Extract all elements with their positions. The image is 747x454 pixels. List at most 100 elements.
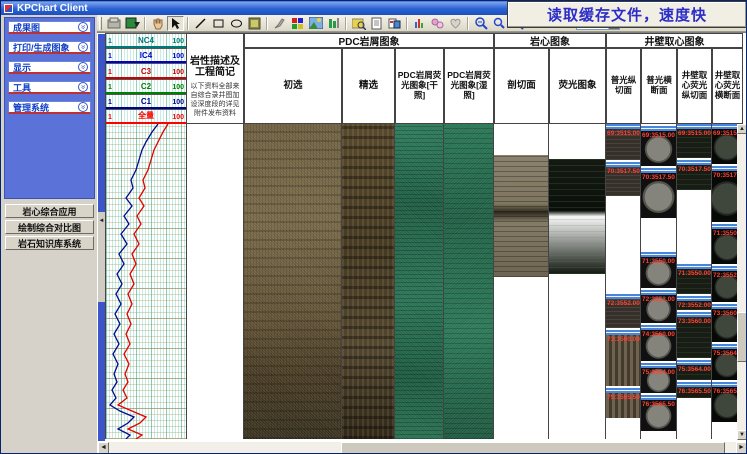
core-depth-label: 69:3515.00 (607, 130, 640, 137)
window-title: KPChart Client (17, 3, 88, 14)
brush-icon[interactable] (271, 16, 288, 31)
pdc-fluor-image-wet (444, 124, 494, 439)
horizontal-scrollbar[interactable]: ◄ ► (98, 442, 747, 454)
scroll-right-icon[interactable]: ► (736, 442, 747, 454)
core-photo-tile: 70:3517.50 (606, 162, 640, 196)
core-image-column-flz: 69:3515.00 70:3517.50 71:3550.00 72:3552.00… (677, 124, 712, 439)
core-slab-track (494, 124, 549, 439)
chevron-down-icon[interactable]: » (78, 82, 88, 92)
toolbar-grip[interactable] (99, 17, 102, 30)
image-frame-icon[interactable] (246, 16, 263, 31)
line-tool-icon[interactable] (192, 16, 209, 31)
curve-scale-value: 100 (172, 38, 184, 45)
col-header-pdc-wet: PDC岩屑荧光图象[湿照] (444, 48, 494, 124)
lithology-track-body (186, 124, 244, 439)
core-depth-label: 72:3552.00 (678, 302, 711, 309)
pdc-fluor-image-dry (395, 124, 444, 439)
rock-kb-button[interactable]: 岩石知识库系统 (5, 236, 94, 250)
core-photo-tile: 72:3552.00 (641, 290, 676, 323)
chevron-down-icon[interactable]: » (78, 62, 88, 72)
core-photo-tile: 76:3565.50 (677, 382, 711, 398)
compare-map-button[interactable]: 绘制综合对比图 (5, 220, 94, 234)
core-depth-label: 73:3560.00 (678, 318, 711, 325)
chevron-down-icon[interactable]: » (78, 22, 88, 32)
favorite-icon[interactable] (447, 16, 464, 31)
curve-scale-value: 100 (172, 69, 184, 76)
splitter-collapse-arrow[interactable]: ◄ (98, 212, 105, 302)
ellipse-tool-icon[interactable] (228, 16, 245, 31)
core-depth-label: 70:3517.50 (678, 166, 711, 173)
cuttings-image-chuxuan (244, 124, 342, 439)
core-photo-tile: 74:3560.00 (641, 325, 676, 361)
cache-tooltip-text: 读取缓存文件，速度快 (547, 4, 707, 25)
toolbar-separator (467, 17, 469, 30)
zoom-out-icon[interactable] (472, 16, 489, 31)
core-image-column-pgh: 69:3515.0070:3517.5071:3550.0072:3552.00… (641, 124, 677, 439)
core-photo-tile: 69:3515.00 (677, 124, 711, 158)
zoom-reset-icon[interactable] (490, 16, 507, 31)
core-depth-label: 70:3517.50 (642, 174, 675, 181)
col-header-slab: 剖切面 (494, 48, 549, 124)
report-icon[interactable] (386, 16, 403, 31)
curve-scale-value: 100 (172, 53, 184, 60)
lithology-header-cell: 岩性描述及工程简记 以下资料全部来自综合录井图加设深度段的详见附件发布资料 (186, 33, 244, 124)
core-image-column-pgz: 69:3515.0070:3517.5072:3552.0073:3560.00… (606, 124, 641, 439)
chevron-down-icon[interactable]: » (78, 102, 88, 112)
bar-chart-icon[interactable] (411, 16, 428, 31)
picture-icon[interactable] (307, 16, 324, 31)
core-photo-tile: 71:3550.00 (677, 264, 711, 294)
export-image-icon[interactable] (124, 16, 141, 31)
curve-scale-header: 1NC41001IC41001C31001C21001C11001全量100 (105, 33, 186, 124)
core-photo-tile: 75:3564.00 (641, 363, 676, 393)
core-app-button[interactable]: 岩心综合应用 (5, 204, 94, 218)
scroll-up-icon[interactable]: ▲ (737, 124, 747, 134)
curve-scale-value: 100 (172, 114, 184, 121)
select-cursor-icon[interactable] (167, 16, 184, 31)
sidebar-item-results[interactable]: 成果图 » (8, 21, 91, 34)
scroll-left-icon[interactable]: ◄ (98, 442, 109, 454)
sidebar-item-print[interactable]: 打印/生成图象 » (8, 41, 91, 54)
core-depth-label: 76:3565.50 (642, 401, 675, 408)
cuttings-image-jingxuan (342, 124, 395, 439)
col-header-pdc-dry: PDC岩屑荧光图象[干照] (395, 48, 444, 124)
rect-tool-icon[interactable] (210, 16, 227, 31)
group-header-pdc: PDC岩屑图象 (244, 33, 494, 48)
pan-hand-icon[interactable] (149, 16, 166, 31)
core-depth-label: 76:3565.50 (678, 388, 711, 395)
open-icon[interactable] (106, 16, 123, 31)
vertical-scrollbar-thumb[interactable] (737, 312, 747, 362)
horizontal-scrollbar-thumb[interactable] (341, 442, 725, 454)
core-depth-label: 70:3517.50 (607, 168, 640, 175)
document-icon[interactable] (368, 16, 385, 31)
core-depth-label: 75:3564.00 (678, 366, 711, 373)
core-depth-label: 72:3552.00 (642, 296, 675, 303)
core-photo-tile: 70:3517.50 (641, 168, 676, 218)
col-header-swc-pl-cross: 普光横断面 (641, 48, 677, 124)
scale-ruler-icon[interactable] (325, 16, 342, 31)
color-palette-icon[interactable] (289, 16, 306, 31)
core-depth-label: 74:3560.00 (642, 331, 675, 338)
sidebar-item-display[interactable]: 显示 » (8, 61, 91, 74)
col-header-swc-pl-long: 普光纵切面 (606, 48, 641, 124)
curve-scale-C1: 1C1100 (106, 94, 186, 109)
curve-scale-全量: 1全量100 (106, 109, 186, 124)
core-photo-tile: 69:3515.00 (641, 126, 676, 166)
vertical-scrollbar[interactable]: ▲ ▼ (737, 124, 747, 440)
toolbar-separator (144, 17, 146, 30)
sidebar-item-admin[interactable]: 管理系统 » (8, 101, 91, 114)
chevron-down-icon[interactable]: » (78, 42, 88, 52)
find-image-icon[interactable] (350, 16, 367, 31)
sidebar-panel: 成果图 » 打印/生成图象 » 显示 » 工具 » 管理系统 » (4, 17, 95, 199)
scroll-down-icon[interactable]: ▼ (737, 430, 747, 440)
core-depth-label: 75:3565.50 (607, 394, 640, 401)
lithology-note: 以下资料全部来自综合录井图加设深度段的详见附件发布资料 (187, 82, 243, 118)
core-photo-tile: 69:3515.00 (606, 124, 640, 160)
curve-scale-value: 100 (172, 99, 184, 106)
depth-splitter-bar[interactable]: ◄ (98, 34, 105, 441)
sidebar-item-tools[interactable]: 工具 » (8, 81, 91, 94)
lithology-title: 岩性描述及工程简记 (187, 56, 243, 78)
core-photo-tile: 72:3552.00 (677, 296, 711, 310)
curve-scale-IC4: 1IC4100 (106, 48, 186, 63)
core-depth-label: 69:3515.00 (642, 132, 675, 139)
pages-link-icon[interactable] (429, 16, 446, 31)
